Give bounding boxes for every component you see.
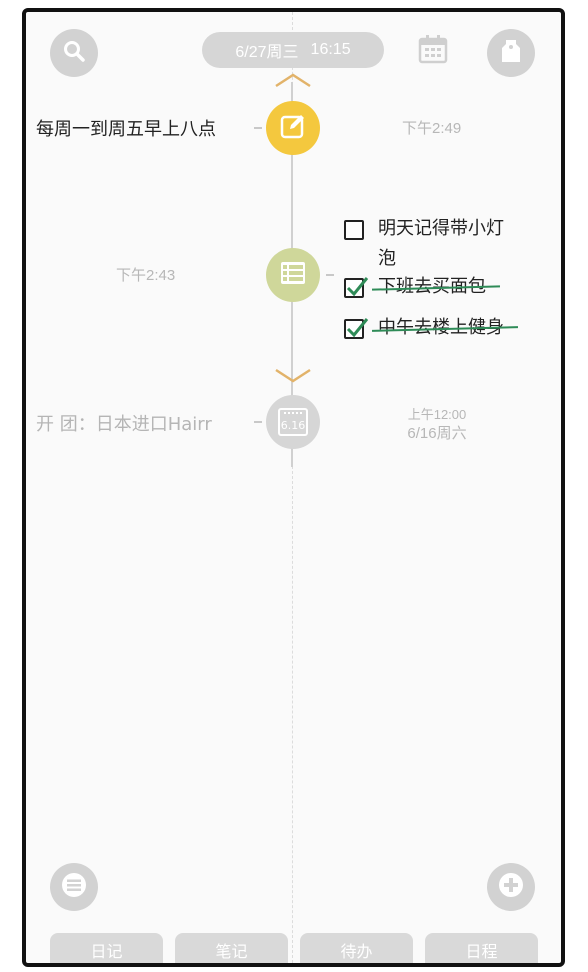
checkbox-checked[interactable]	[344, 318, 369, 339]
event-entry-text[interactable]: 开 团：日本进口Hairr	[36, 410, 246, 436]
tab-notes[interactable]: 笔记	[175, 933, 288, 963]
menu-icon	[61, 872, 87, 902]
todo-item[interactable]: 明天记得带小灯 泡	[344, 218, 504, 274]
tab-todo[interactable]: 待办	[300, 933, 413, 963]
todo-list-time: 下午2:43	[116, 267, 176, 284]
todo-text-cont: 泡	[378, 248, 396, 269]
calendar-date-icon: 6.16	[278, 408, 308, 436]
bottom-tab-bar: 日记 笔记 待办 日程	[50, 933, 538, 963]
current-datetime-pill[interactable]: 6/27周三 16:15	[202, 32, 384, 68]
current-time: 16:15	[310, 41, 351, 58]
chevron-down-icon[interactable]	[274, 367, 312, 383]
calendar-button[interactable]	[418, 34, 448, 64]
event-node[interactable]: 6.16	[266, 395, 320, 449]
todo-item[interactable]: 下班去买面包	[344, 276, 486, 302]
phone-frame: 6/27周三 16:15 每周一到周五早上八点 下午2:49 下午2:43 明天…	[22, 8, 565, 967]
todo-text: 中午去楼上健身	[378, 313, 504, 343]
event-time: 上午12:00	[407, 407, 467, 422]
todo-text: 下班去买面包	[378, 272, 486, 302]
connector	[326, 274, 334, 276]
connector	[254, 421, 262, 423]
search-button[interactable]	[50, 29, 98, 77]
todo-text: 明天记得带小灯	[378, 218, 504, 239]
note-node[interactable]	[266, 101, 320, 155]
plus-icon	[498, 872, 524, 902]
list-icon	[280, 261, 306, 289]
checkbox-unchecked[interactable]	[344, 220, 364, 240]
event-date: 6/16周六	[407, 425, 467, 442]
checkbox-checked[interactable]	[344, 277, 369, 298]
current-date: 6/27周三	[235, 44, 299, 61]
calendar-icon	[418, 35, 448, 68]
chevron-up-icon[interactable]	[274, 72, 312, 88]
menu-button[interactable]	[50, 863, 98, 911]
connector	[254, 127, 262, 129]
tag-icon	[500, 38, 522, 68]
add-button[interactable]	[487, 863, 535, 911]
tab-diary[interactable]: 日记	[50, 933, 163, 963]
todo-item[interactable]: 中午去楼上健身	[344, 317, 504, 343]
tab-schedule[interactable]: 日程	[425, 933, 538, 963]
search-icon	[62, 39, 86, 67]
tag-button[interactable]	[487, 29, 535, 77]
note-time: 下午2:49	[402, 120, 462, 137]
todo-list-node[interactable]	[266, 248, 320, 302]
app-screen: 6/27周三 16:15 每周一到周五早上八点 下午2:49 下午2:43 明天…	[26, 12, 561, 963]
note-entry-text[interactable]: 每周一到周五早上八点	[36, 115, 256, 141]
date-badge: 6.16	[280, 419, 306, 432]
check-icon	[346, 277, 369, 297]
edit-icon	[279, 112, 307, 144]
check-icon	[346, 318, 369, 338]
